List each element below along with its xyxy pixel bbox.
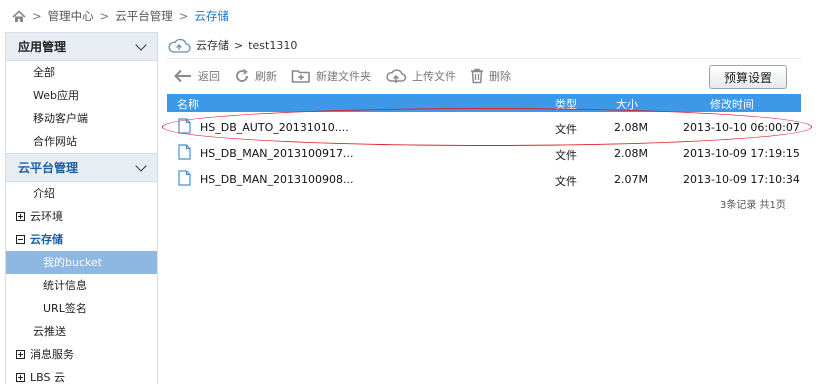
sidebar: 应用管理 全部 Web应用 移动客户端 合作网站 云平台管理 介绍 云环境 云存… [5,32,158,384]
sidebar-group-title: 应用管理 [18,40,67,54]
sidebar-item-label: 消息服务 [30,348,74,361]
file-type: 文件 [555,175,577,188]
refresh-button[interactable]: 刷新 [234,68,277,84]
breadcrumb-separator: > [178,9,189,23]
path-bucket: test1310 [248,38,298,52]
sidebar-item-all[interactable]: 全部 [6,61,157,84]
breadcrumb-separator: > [99,9,110,23]
highlight-ellipse [162,108,812,146]
record-summary: 3条记录 共1页 [720,200,786,211]
budget-settings-button[interactable]: 预算设置 [709,65,787,89]
breadcrumb-separator: > [32,9,42,23]
sidebar-item-lbs-cloud[interactable]: LBS 云 [6,366,157,384]
expand-plus-icon [16,212,25,221]
sidebar-item-cloud-storage[interactable]: 云存储 [6,228,157,251]
back-button[interactable]: 返回 [173,68,220,84]
sidebar-item-statistics[interactable]: 统计信息 [6,274,157,297]
sidebar-item-label: 云存储 [30,233,63,246]
file-modified: 2013-10-09 17:19:15 [683,147,800,160]
new-folder-label: 新建文件夹 [316,70,371,83]
upload-button[interactable]: 上传文件 [385,68,456,84]
cloud-storage-icon [168,38,191,53]
back-label: 返回 [198,70,220,83]
breadcrumb-item-management[interactable]: 管理中心 [48,8,94,24]
sidebar-item-mobile-client[interactable]: 移动客户端 [6,107,157,130]
collapse-minus-icon [16,235,25,244]
sidebar-group-cloud-platform[interactable]: 云平台管理 [6,153,157,182]
chevron-down-icon [135,159,147,172]
sidebar-item-cloud-env[interactable]: 云环境 [6,205,157,228]
file-name[interactable]: HS_DB_MAN_2013100908... [200,173,354,186]
expand-plus-icon [16,373,25,382]
sidebar-group-app-management[interactable]: 应用管理 [6,33,157,61]
file-type: 文件 [555,149,577,162]
sidebar-group-title: 云平台管理 [18,161,79,175]
sidebar-item-my-bucket[interactable]: 我的bucket [6,251,157,274]
trash-icon [471,68,483,84]
file-size: 2.08M [614,147,648,160]
new-folder-icon [291,70,310,83]
breadcrumb-current: 云存储 [194,9,229,23]
delete-label: 删除 [489,70,511,83]
expand-plus-icon [16,350,25,359]
bucket-path-bar: 云存储 > test1310 [167,32,801,59]
table-row[interactable]: HS_DB_MAN_2013100908... 文件 2.07M 2013-10… [167,166,801,192]
toolbar: 返回 刷新 新建文件夹 上传文件 删除 预算设置 [167,63,801,89]
delete-button[interactable]: 删除 [470,68,511,84]
sidebar-item-partner-site[interactable]: 合作网站 [6,130,157,153]
new-folder-button[interactable]: 新建文件夹 [291,68,371,84]
sidebar-item-label: 云环境 [30,210,63,223]
file-name[interactable]: HS_DB_MAN_2013100917... [200,147,354,160]
sidebar-item-url-signature[interactable]: URL签名 [6,297,157,320]
sidebar-item-label: LBS 云 [30,371,65,384]
arrow-left-icon [174,69,191,83]
chevron-down-icon [135,38,147,51]
path-root[interactable]: 云存储 [196,37,229,53]
cloud-upload-icon [386,69,407,83]
column-header-modified[interactable]: 修改时间 [710,96,754,112]
file-icon [178,144,191,160]
home-icon[interactable] [12,9,26,23]
column-header-name[interactable]: 名称 [177,96,199,112]
file-size: 2.07M [614,173,648,186]
file-icon [178,170,191,186]
file-modified: 2013-10-09 17:10:34 [683,173,800,186]
sidebar-item-intro[interactable]: 介绍 [6,182,157,205]
breadcrumb-item-cloud-platform[interactable]: 云平台管理 [115,8,173,24]
upload-label: 上传文件 [412,70,456,83]
breadcrumb: > 管理中心 > 云平台管理 > 云存储 [12,6,229,26]
refresh-label: 刷新 [255,70,277,83]
sidebar-item-cloud-push[interactable]: 云推送 [6,320,157,343]
sidebar-item-message-service[interactable]: 消息服务 [6,343,157,366]
path-separator: > [234,38,244,52]
sidebar-item-web-app[interactable]: Web应用 [6,84,157,107]
refresh-icon [236,68,248,82]
